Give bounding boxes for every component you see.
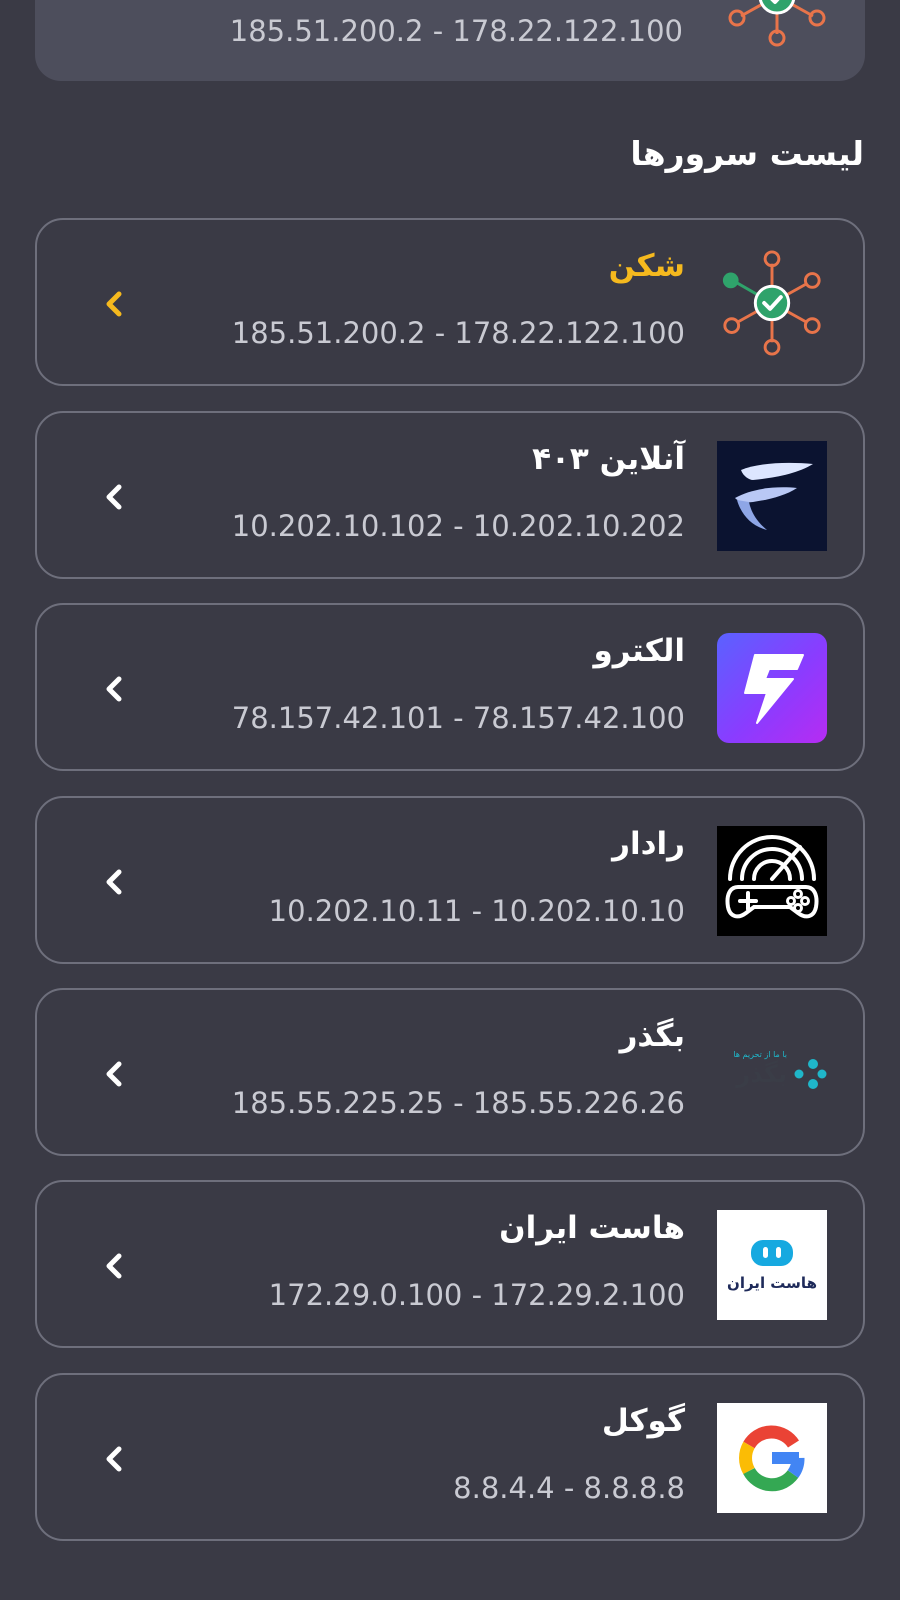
server-card-google[interactable]: گوکل 8.8.4.4 - 8.8.8.8 <box>35 1373 865 1541</box>
chevron-left-icon <box>99 477 129 517</box>
server-name: بگذر <box>619 1018 685 1054</box>
chevron-left-icon <box>99 1439 129 1479</box>
selected-server-ips: 185.51.200.2 - 178.22.122.100 <box>229 14 683 48</box>
chevron-left-icon <box>99 284 129 324</box>
server-name: شکن <box>608 248 685 284</box>
server-card-shekan[interactable]: شکن 185.51.200.2 - 178.22.122.100 <box>35 218 865 386</box>
server-name: گوکل <box>601 1403 685 1439</box>
server-card-online-403[interactable]: آنلاین ۴۰۳ 10.202.10.102 - 10.202.10.202 <box>35 411 865 579</box>
server-name: هاست ایران <box>499 1210 685 1246</box>
begzar-wordmark: بگذر <box>736 1060 787 1088</box>
chevron-left-icon <box>99 1054 129 1094</box>
server-name: آنلاین ۴۰۳ <box>532 441 685 477</box>
chevron-left-icon <box>99 1246 129 1286</box>
server-card-radar[interactable]: رادار 10.202.10.11 - 10.202.10.10 <box>35 796 865 964</box>
server-ips: 78.157.42.101 - 78.157.42.100 <box>231 701 685 735</box>
server-name: رادار <box>612 826 685 862</box>
selected-server-card[interactable]: 185.51.200.2 - 178.22.122.100 <box>35 0 865 81</box>
server-ips: 8.8.4.4 - 8.8.8.8 <box>453 1471 685 1505</box>
begzar-tagline: با ما از تحریم ها <box>733 1050 787 1059</box>
section-title: لیست سرورها <box>630 134 864 173</box>
403-online-logo <box>717 441 827 551</box>
network-check-icon <box>717 248 827 358</box>
electro-logo <box>717 633 827 743</box>
server-name: الکترو <box>593 633 685 669</box>
server-card-electro[interactable]: الکترو 78.157.42.101 - 78.157.42.100 <box>35 603 865 771</box>
host-iran-logo: هاست ایران <box>717 1210 827 1320</box>
server-card-begzar[interactable]: با ما از تحریم ها بگذر بگذر 185.55.225.2… <box>35 988 865 1156</box>
chevron-left-icon <box>99 669 129 709</box>
server-ips: 10.202.10.102 - 10.202.10.202 <box>231 509 685 543</box>
server-card-host-iran[interactable]: هاست ایران هاست ایران 172.29.0.100 - 172… <box>35 1180 865 1348</box>
begzar-logo: با ما از تحریم ها بگذر <box>717 1018 827 1128</box>
host-iran-wordmark: هاست ایران <box>727 1274 817 1292</box>
server-ips: 10.202.10.11 - 10.202.10.10 <box>268 894 685 928</box>
network-check-icon <box>721 0 833 48</box>
server-ips: 185.55.225.25 - 185.55.226.26 <box>231 1086 685 1120</box>
server-ips: 185.51.200.2 - 178.22.122.100 <box>231 316 685 350</box>
google-logo <box>717 1403 827 1513</box>
dns-server-list-screen: 185.51.200.2 - 178.22.122.100 لیست سروره… <box>0 0 900 1600</box>
server-ips: 172.29.0.100 - 172.29.2.100 <box>268 1278 685 1312</box>
radar-gamepad-logo <box>717 826 827 936</box>
chevron-left-icon <box>99 862 129 902</box>
